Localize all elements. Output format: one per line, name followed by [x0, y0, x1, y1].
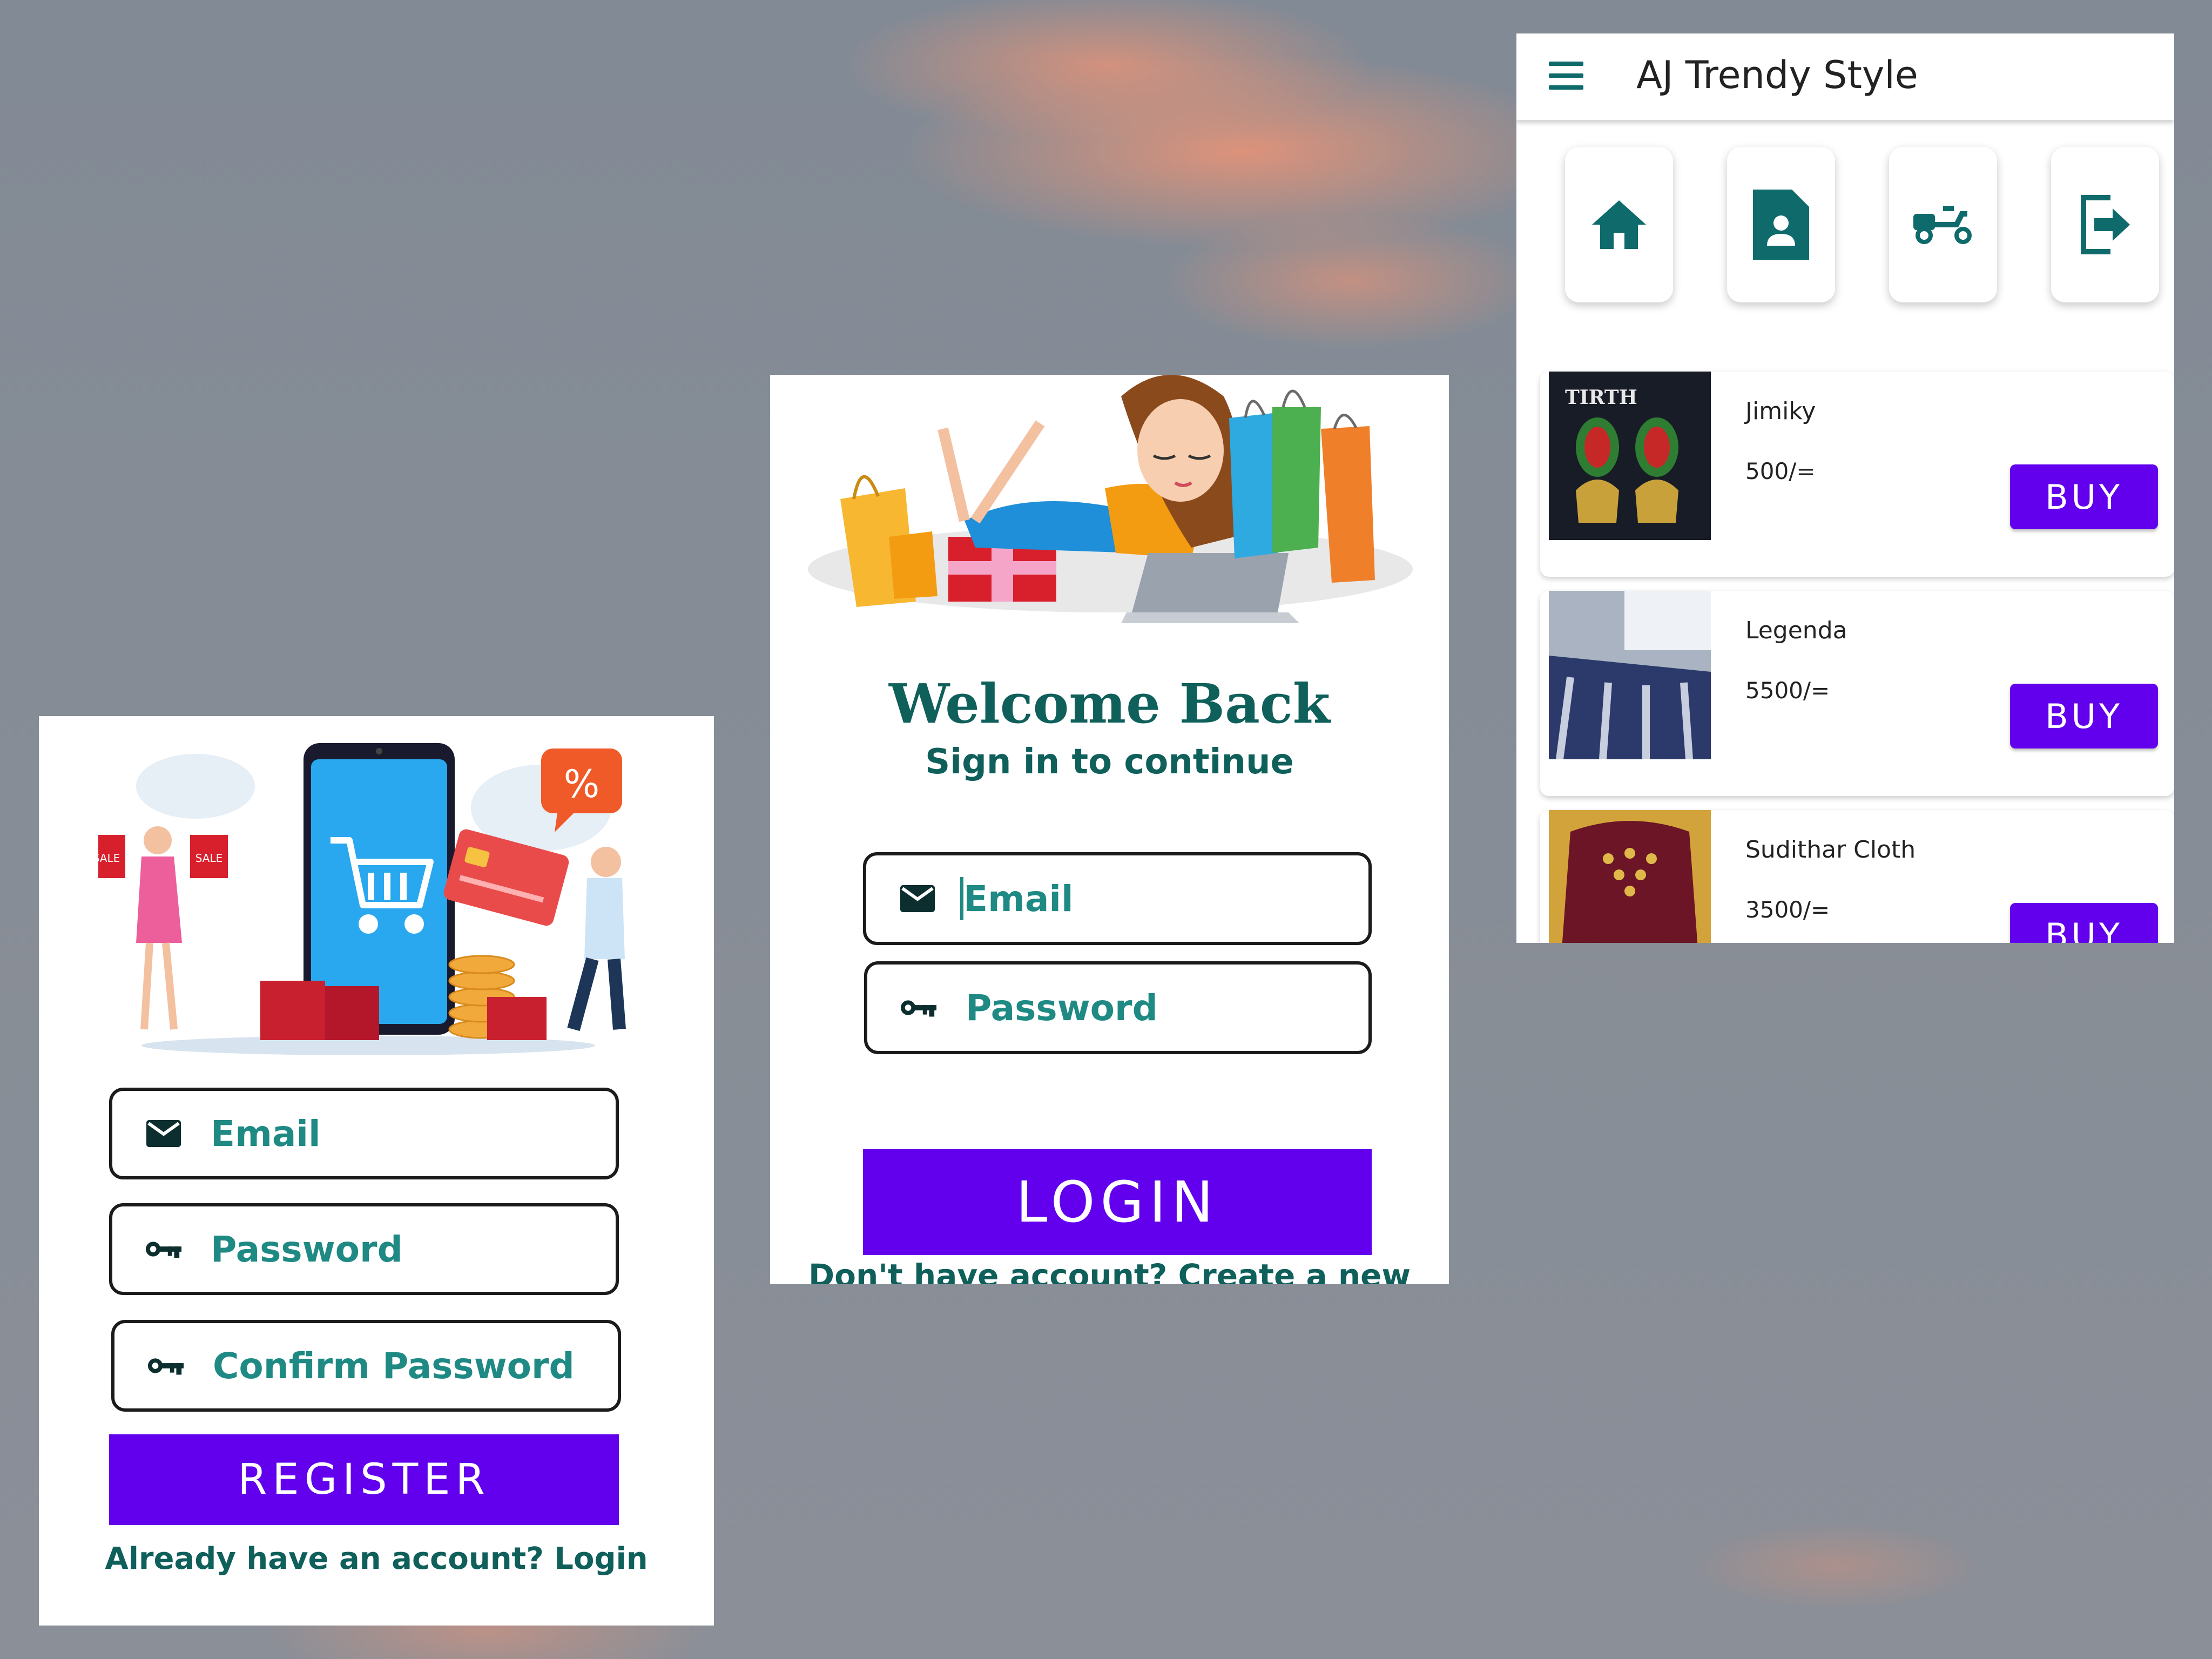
nav-home-button[interactable]	[1565, 147, 1673, 302]
product-card: Sudithar Cloth 3500/= BUY	[1540, 810, 2174, 943]
product-card: TIRTH Jimiky 500/= BUY	[1540, 372, 2174, 577]
profile-icon	[1753, 190, 1809, 260]
key-icon	[145, 1230, 183, 1268]
shopping-illustration: % SALE SALE	[98, 743, 626, 1055]
welcome-subtitle: Sign in to continue	[925, 742, 1294, 782]
buy-button[interactable]: BUY	[2010, 903, 2158, 943]
email-field[interactable]: Email	[109, 1088, 619, 1179]
email-field[interactable]: Email	[863, 852, 1372, 945]
password-field[interactable]: Password	[109, 1203, 619, 1295]
product-image-jimiky: TIRTH	[1549, 372, 1711, 540]
email-icon	[899, 880, 936, 918]
buy-button[interactable]: BUY	[2010, 684, 2158, 748]
buy-button[interactable]: BUY	[2010, 464, 2158, 529]
menu-icon[interactable]	[1549, 62, 1583, 92]
login-button[interactable]: LOGIN	[863, 1149, 1372, 1255]
app-bar: AJ Trendy Style	[1516, 33, 2174, 120]
login-screen: Welcome Back Sign in to continue Email P…	[770, 375, 1449, 1284]
product-image-legenda	[1549, 591, 1711, 759]
home-icon	[1592, 200, 1646, 249]
email-label: Email	[963, 878, 1074, 920]
svg-text:SALE: SALE	[195, 852, 223, 865]
delivery-icon	[1913, 206, 1972, 244]
svg-text:%: %	[564, 762, 600, 806]
confirm-password-field[interactable]: Confirm Password	[111, 1320, 621, 1412]
email-icon	[145, 1115, 183, 1152]
register-screen: % SALE SALE Email Password C	[39, 716, 714, 1626]
key-icon	[147, 1347, 185, 1385]
welcome-title: Welcome Back	[888, 672, 1331, 736]
nav-profile-button[interactable]	[1727, 147, 1835, 302]
product-name: Legenda	[1745, 617, 1847, 644]
product-image-sudithar	[1549, 810, 1711, 943]
logout-icon	[2081, 195, 2130, 254]
svg-text:SALE: SALE	[98, 852, 120, 865]
nav-delivery-button[interactable]	[1889, 147, 1997, 302]
product-name: Jimiky	[1745, 397, 1816, 425]
product-price: 5500/=	[1745, 677, 1830, 704]
nav-logout-button[interactable]	[2051, 147, 2159, 302]
app-title: AJ Trendy Style	[1636, 53, 1918, 97]
key-icon	[900, 989, 938, 1027]
product-name: Sudithar Cloth	[1745, 836, 1916, 864]
thumb-brand-text: TIRTH	[1565, 386, 1637, 409]
password-label: Password	[211, 1228, 403, 1270]
register-button[interactable]: REGISTER	[109, 1434, 619, 1525]
product-price: 3500/=	[1745, 896, 1830, 923]
shopping-woman-illustration	[808, 375, 1413, 623]
password-field[interactable]: Password	[864, 961, 1372, 1054]
email-label: Email	[211, 1112, 321, 1155]
create-account-link[interactable]: Don't have account? Create a new account	[770, 1257, 1449, 1284]
product-price: 500/=	[1745, 458, 1816, 484]
confirm-password-label: Confirm Password	[213, 1345, 575, 1387]
product-card: Legenda 5500/= BUY	[1540, 591, 2174, 796]
home-screen: AJ Trendy Style TIRTH Jimiky 500/= BUY L…	[1516, 33, 2174, 943]
login-link[interactable]: Already have an account? Login	[39, 1541, 714, 1576]
password-label: Password	[966, 987, 1158, 1029]
